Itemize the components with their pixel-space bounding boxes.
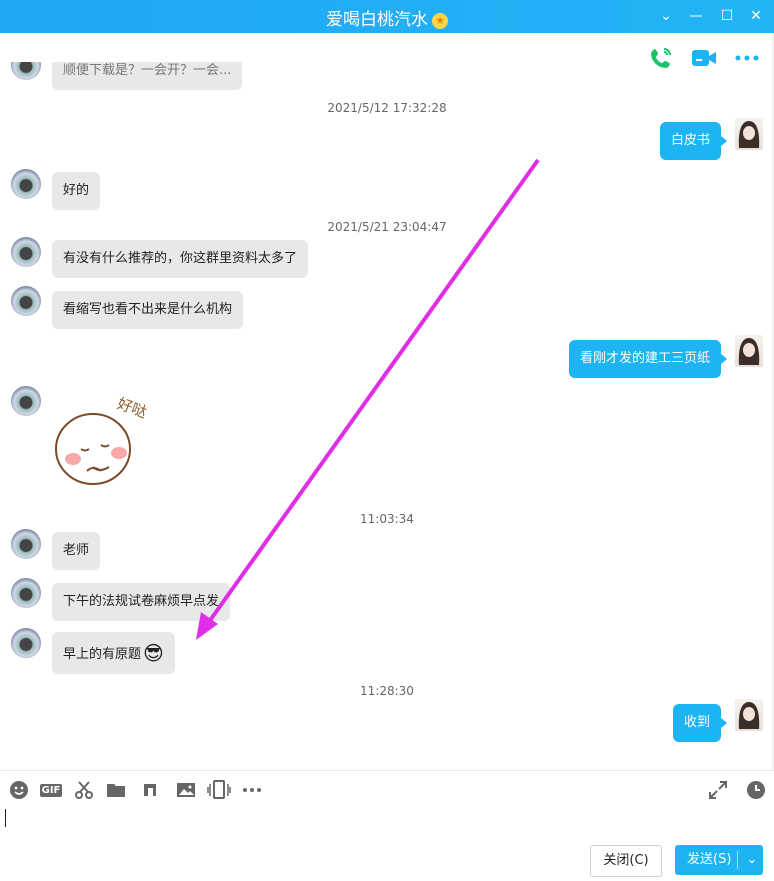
music-icon[interactable] bbox=[138, 778, 162, 802]
folder-icon[interactable] bbox=[104, 778, 128, 802]
shake-icon[interactable] bbox=[207, 778, 231, 802]
scissors-icon[interactable] bbox=[72, 778, 96, 802]
send-separator bbox=[737, 851, 738, 869]
emoji-icon[interactable] bbox=[7, 778, 31, 802]
send-button[interactable]: 发送(S) ⌄ bbox=[675, 845, 763, 875]
send-options-chevron-down-icon[interactable]: ⌄ bbox=[742, 845, 762, 875]
divider bbox=[0, 770, 774, 771]
close-button[interactable]: 关闭(C) bbox=[590, 845, 662, 877]
annotation-arrow-icon bbox=[196, 158, 540, 640]
history-icon[interactable] bbox=[744, 778, 768, 802]
message-input[interactable] bbox=[5, 809, 6, 827]
expand-icon[interactable] bbox=[706, 778, 730, 802]
image-icon[interactable] bbox=[174, 778, 198, 802]
gif-icon[interactable]: GIF bbox=[38, 778, 64, 802]
send-label[interactable]: 发送(S) bbox=[687, 845, 731, 875]
more-tools-icon[interactable] bbox=[240, 778, 264, 802]
